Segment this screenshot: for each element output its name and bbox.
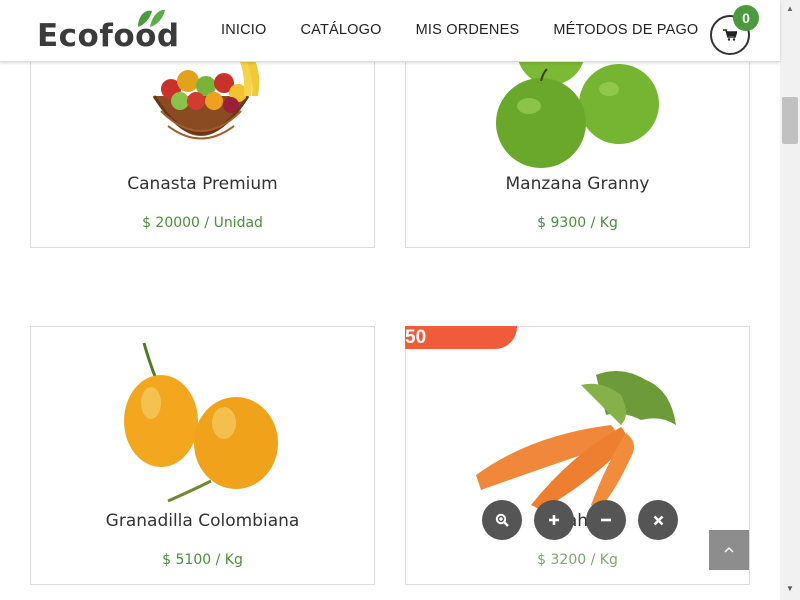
remove-button[interactable] — [586, 500, 626, 540]
nav-item-mis-ordenes[interactable]: MIS ORDENES — [416, 22, 520, 38]
product-card-granadilla-colombiana[interactable]: Granadilla Colombiana $ 5100 / Kg — [30, 326, 375, 585]
minus-icon — [601, 518, 611, 522]
scroll-down-arrow-icon[interactable]: ▼ — [780, 580, 800, 596]
product-name[interactable]: Manzana Granny — [406, 174, 749, 194]
plus-icon — [549, 515, 559, 525]
product-price: $ 9300 / Kg — [537, 215, 618, 231]
vertical-scrollbar[interactable]: ▲ ▼ — [780, 0, 800, 600]
granadilla-image — [124, 342, 278, 503]
zoom-button[interactable] — [482, 500, 522, 540]
scroll-up-arrow-icon[interactable]: ▲ — [780, 0, 800, 16]
product-name[interactable]: Granadilla Colombiana — [31, 511, 374, 531]
product-actions — [482, 500, 678, 540]
product-name[interactable]: Canasta Premium — [31, 174, 374, 194]
back-to-top-button[interactable] — [709, 530, 749, 570]
product-price: $ 3200 / Kg — [537, 552, 618, 568]
scroll-thumb[interactable] — [782, 97, 798, 144]
brand-logo[interactable]: Ecofood — [37, 8, 180, 54]
leaf-icon — [138, 9, 165, 27]
main-nav: INICIO CATÁLOGO MIS ORDENES MÉTODOS DE P… — [221, 22, 698, 38]
product-card-zanahoria[interactable]: ah $ 3200 / Kg — [405, 326, 750, 585]
chevron-up-icon — [724, 547, 734, 553]
carrots-image — [476, 371, 676, 510]
nav-item-catalogo[interactable]: CATÁLOGO — [301, 22, 382, 38]
nav-item-metodos-de-pago[interactable]: MÉTODOS DE PAGO — [553, 22, 698, 38]
add-button[interactable] — [534, 500, 574, 540]
shopping-cart-icon — [723, 29, 737, 41]
product-price: $ 20000 / Unidad — [142, 215, 263, 231]
product-price: $ 5100 / Kg — [162, 552, 243, 568]
zoom-in-icon — [495, 513, 509, 527]
cart-count-badge: 0 — [733, 5, 759, 31]
sale-badge: 50 — [405, 326, 517, 349]
top-header: Ecofood INICIO CATÁLOGO MIS ORDENES MÉTO… — [0, 0, 780, 62]
close-icon — [653, 515, 663, 525]
close-button[interactable] — [638, 500, 678, 540]
nav-item-inicio[interactable]: INICIO — [221, 22, 267, 38]
